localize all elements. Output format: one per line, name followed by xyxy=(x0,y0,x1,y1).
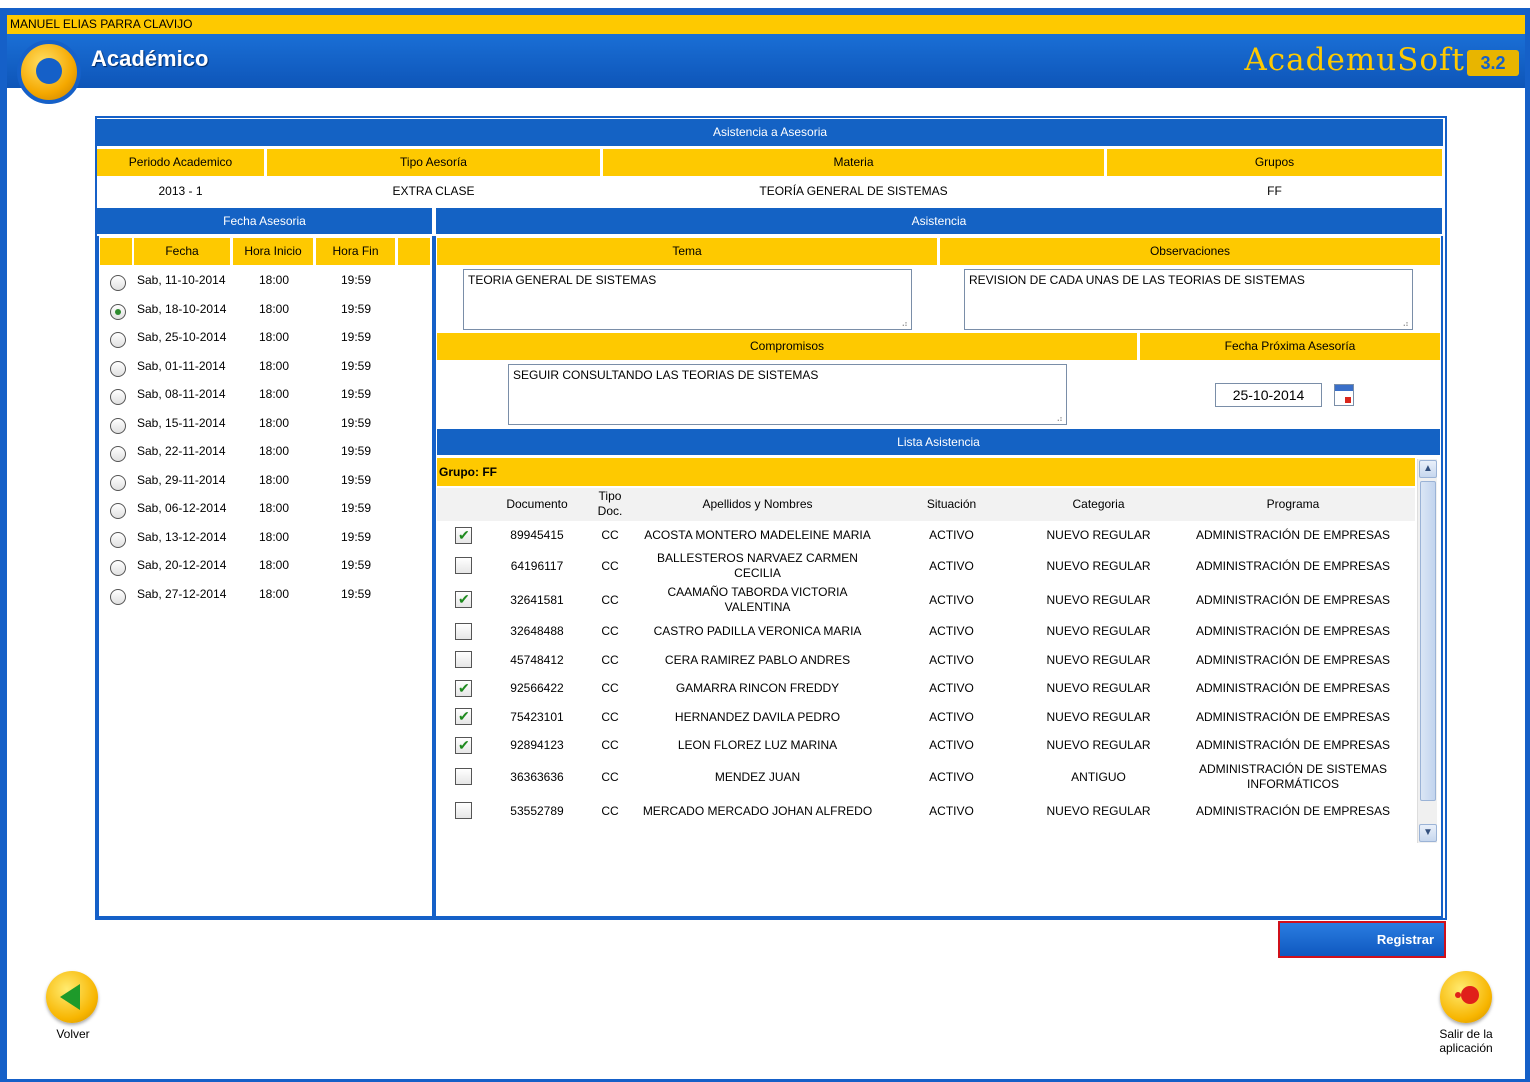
lista-categoria: NUEVO REGULAR xyxy=(1046,681,1151,695)
lista-doc: 45748412 xyxy=(510,652,564,667)
lista-situacion: ACTIVO xyxy=(929,592,974,607)
lista-programa: ADMINISTRACIÓN DE EMPRESAS xyxy=(1195,558,1391,573)
asistencia-checkbox[interactable] xyxy=(455,736,472,754)
asistencia-checkbox[interactable] xyxy=(455,679,472,697)
lista-nombre: MENDEZ JUAN xyxy=(714,769,801,784)
lista-tipo: CC xyxy=(601,803,619,818)
lista-situacion: ACTIVO xyxy=(929,738,974,752)
lista-categoria: NUEVO REGULAR xyxy=(1046,709,1151,724)
asistencia-checkbox[interactable] xyxy=(455,651,472,668)
lista-programa: ADMINISTRACIÓN DE EMPRESAS xyxy=(1195,528,1391,542)
lista-categoria: ANTIGUO xyxy=(1071,769,1126,784)
volver-button[interactable] xyxy=(46,971,98,1023)
salir-label: Salir de la aplicación xyxy=(1439,1027,1493,1055)
asistencia-checkbox[interactable] xyxy=(455,526,472,544)
lista-nombre: HERNANDEZ DAVILA PEDRO xyxy=(674,709,841,724)
scroll-up-icon[interactable]: ▲ xyxy=(1419,460,1437,478)
power-exit-icon xyxy=(1455,986,1479,1004)
lista-situacion: ACTIVO xyxy=(929,681,974,695)
lista-programa: ADMINISTRACIÓN DE EMPRESAS xyxy=(1195,803,1391,818)
asistencia-checkbox[interactable] xyxy=(455,802,472,819)
lista-categoria: NUEVO REGULAR xyxy=(1046,652,1151,667)
lista-programa: ADMINISTRACIÓN DE EMPRESAS xyxy=(1195,592,1391,607)
lista-programa: ADMINISTRACIÓN DE SISTEMAS INFORMÁTICOS xyxy=(1198,762,1388,791)
lista-programa: ADMINISTRACIÓN DE EMPRESAS xyxy=(1195,624,1391,638)
lista-doc: 53552789 xyxy=(510,803,564,818)
lista-scrollbar[interactable]: ▲ ▼ xyxy=(1417,459,1437,843)
lista-tipo: CC xyxy=(601,592,619,607)
lista-doc: 92894123 xyxy=(510,738,564,752)
lista-categoria: NUEVO REGULAR xyxy=(1046,528,1151,542)
lista-programa: ADMINISTRACIÓN DE EMPRESAS xyxy=(1195,681,1391,695)
lista-doc: 64196117 xyxy=(510,558,564,573)
lista-categoria: NUEVO REGULAR xyxy=(1046,738,1151,752)
lista-tipo: CC xyxy=(601,709,619,724)
lista-doc: 92566422 xyxy=(510,681,564,695)
lista-doc: 89945415 xyxy=(510,528,564,542)
lista-doc: 75423101 xyxy=(510,709,564,724)
asistencia-checkbox[interactable] xyxy=(455,591,472,608)
lista-nombre: ACOSTA MONTERO MADELEINE MARIA xyxy=(644,528,871,542)
lista-categoria: NUEVO REGULAR xyxy=(1046,558,1151,573)
lista-categoria: NUEVO REGULAR xyxy=(1046,592,1151,607)
lista-tipo: CC xyxy=(601,769,619,784)
lista-tipo: CC xyxy=(601,652,619,667)
asistencia-checkbox[interactable] xyxy=(455,768,472,785)
lista-tipo: CC xyxy=(601,528,619,542)
lista-situacion: ACTIVO xyxy=(929,558,974,573)
lista-situacion: ACTIVO xyxy=(929,709,974,724)
lista-situacion: ACTIVO xyxy=(929,652,974,667)
salir-button[interactable] xyxy=(1440,971,1492,1023)
volver-label: Volver xyxy=(56,1027,90,1041)
asistencia-checkbox[interactable] xyxy=(455,557,472,574)
lista-programa: ADMINISTRACIÓN DE EMPRESAS xyxy=(1195,738,1391,752)
scroll-thumb[interactable] xyxy=(1420,481,1436,801)
asistencia-checkbox[interactable] xyxy=(455,622,472,640)
lista-tipo: CC xyxy=(601,681,619,695)
lista-doc: 36363636 xyxy=(510,769,564,784)
lista-categoria: NUEVO REGULAR xyxy=(1046,803,1151,818)
lista-nombre: CAAMAÑO TABORDA VICTORIA VALENTINA xyxy=(667,585,848,614)
arrow-left-icon xyxy=(60,984,80,1010)
lista-nombre: MERCADO MERCADO JOHAN ALFREDO xyxy=(642,803,873,818)
lista-doc: 32641581 xyxy=(510,592,564,607)
lista-programa: ADMINISTRACIÓN DE EMPRESAS xyxy=(1195,652,1391,667)
lista-tipo: CC xyxy=(601,558,619,573)
registrar-button[interactable]: Registrar xyxy=(1278,921,1446,958)
lista-doc: 32648488 xyxy=(510,624,564,638)
lista-programa: ADMINISTRACIÓN DE EMPRESAS xyxy=(1195,709,1391,724)
scroll-down-icon[interactable]: ▼ xyxy=(1419,824,1437,842)
asistencia-checkbox[interactable] xyxy=(455,708,472,725)
lista-categoria: NUEVO REGULAR xyxy=(1046,624,1151,638)
lista-situacion: ACTIVO xyxy=(929,803,974,818)
lista-nombre: GAMARRA RINCON FREDDY xyxy=(675,681,840,695)
lista-rows: 89945415 CC ACOSTA MONTERO MADELEINE MARIA… xyxy=(0,0,1530,843)
lista-situacion: ACTIVO xyxy=(929,769,974,784)
lista-nombre: LEON FLOREZ LUZ MARINA xyxy=(677,738,838,752)
lista-tipo: CC xyxy=(601,738,619,752)
lista-nombre: CERA RAMIREZ PABLO ANDRES xyxy=(664,652,851,667)
lista-situacion: ACTIVO xyxy=(929,624,974,638)
lista-nombre: BALLESTEROS NARVAEZ CARMEN CECILIA xyxy=(657,551,858,580)
lista-situacion: ACTIVO xyxy=(929,528,974,542)
lista-tipo: CC xyxy=(601,624,619,638)
lista-nombre: CASTRO PADILLA VERONICA MARIA xyxy=(653,624,862,638)
